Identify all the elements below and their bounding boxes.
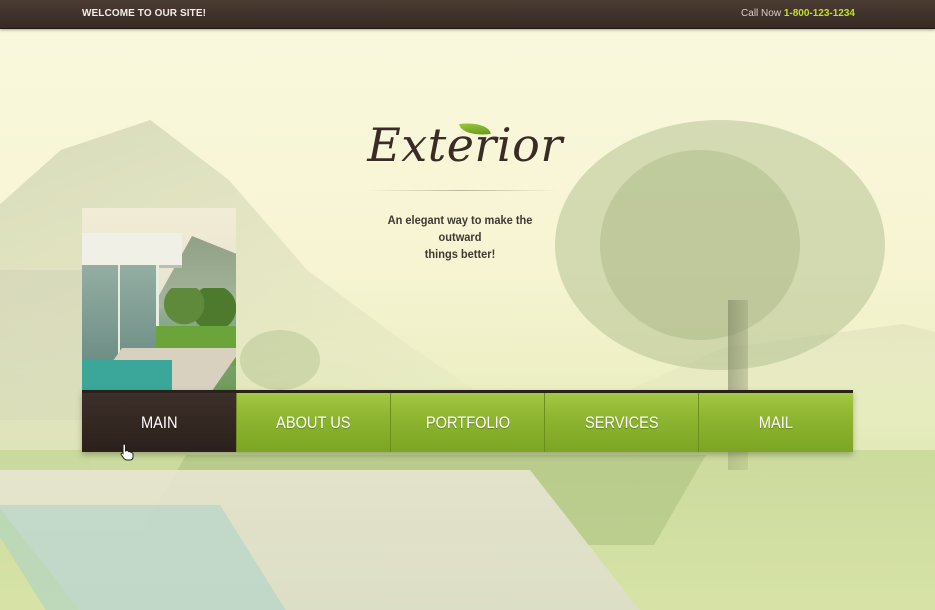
top-bar: WELCOME TO OUR SITE! Call Now 1-800-123-… [0,0,935,29]
logo-text: Exterior [367,118,563,172]
tagline: An elegant way to make the outward thing… [368,212,552,263]
nav-item-about-us[interactable]: ABOUT US [236,393,390,452]
tagline-line-1: An elegant way to make the outward [387,213,533,244]
nav-label: MAIL [758,412,794,432]
call-now-label: Call Now [741,8,782,19]
nav-item-mail[interactable]: MAIL [698,393,853,452]
nav-item-portfolio[interactable]: PORTFOLIO [390,393,544,452]
phone-number[interactable]: 1-800-123-1234 [784,8,855,19]
nav-label: ABOUT US [276,412,351,432]
nav-label: MAIN [140,412,178,432]
welcome-text: WELCOME TO OUR SITE! [82,8,207,19]
site-logo[interactable]: Exterior [340,112,590,192]
nav-item-services[interactable]: SERVICES [544,393,698,452]
call-now: Call Now 1-800-123-1234 [741,8,855,19]
photo-pool [82,360,172,390]
photo-trees [162,288,236,328]
photo-glass-wall [82,265,159,360]
nav-item-main[interactable]: MAIN [82,393,236,452]
nav-label: SERVICES [584,412,659,432]
logo-divider [368,190,558,191]
house-photo [82,208,236,390]
background-tree-crown [600,150,800,340]
photo-roof [82,233,182,265]
tagline-line-2: things better! [424,247,496,261]
nav-label: PORTFOLIO [425,412,510,432]
background-tree-crown [240,330,320,390]
main-navigation: MAIN ABOUT US PORTFOLIO SERVICES MAIL [82,390,853,452]
